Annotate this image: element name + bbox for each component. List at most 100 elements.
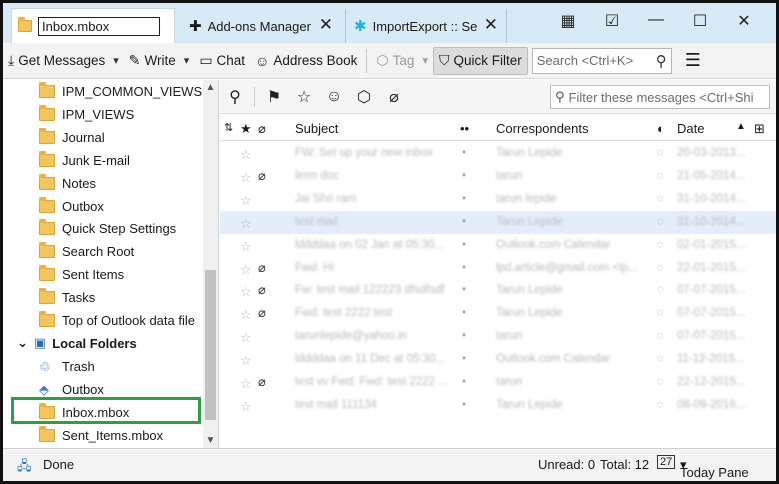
message-row[interactable]: ☆ ⌀ lerm doc • tarun ◌ 21-05-2014...	[220, 165, 776, 188]
message-row[interactable]: ☆ test mail • Tarun Lepide ◌ 31-10-2014...	[220, 210, 776, 234]
search-input[interactable]: Search <Ctrl+K> ⚲	[531, 47, 672, 74]
tag-button[interactable]: ⬡ Tag ▾	[371, 47, 433, 75]
tab-importexport[interactable]: ✱ ImportExport :: Se ✕	[345, 9, 507, 43]
star-icon[interactable]: ☆	[240, 284, 252, 300]
chat-button[interactable]: ▭ Chat	[194, 47, 250, 75]
message-correspondent: Tarun Lepide	[496, 284, 563, 297]
message-subject: test mail 111134	[295, 398, 377, 411]
folder-item[interactable]: IPM_COMMON_VIEWS	[3, 80, 203, 103]
read-status-icon: •	[462, 398, 467, 411]
today-pane-toggle[interactable]: Today Pane ▾	[680, 457, 749, 480]
message-row[interactable]: ☆ lddddaa on 11 Dec at 05:30... • Outlook.c…	[220, 348, 776, 371]
puzzle-icon: ✚	[189, 18, 202, 35]
menu-button[interactable]: ☰	[680, 47, 706, 75]
write-label: Write	[144, 53, 176, 68]
read-status-icon: •	[462, 376, 467, 388]
message-row[interactable]: ☆ FW: Set up your new inbox • Tarun Lepide ◌…	[220, 142, 776, 165]
tab-inbox[interactable]: Inbox.mbox	[11, 8, 175, 43]
star-icon[interactable]: ☆	[240, 399, 252, 415]
pin-icon[interactable]: ⚲	[220, 87, 250, 107]
folder-item[interactable]: Tasks	[3, 286, 203, 309]
star-icon[interactable]: ☆	[240, 239, 252, 255]
star-icon[interactable]: ☆	[240, 353, 252, 369]
scroll-down-icon[interactable]: ▼	[203, 435, 218, 446]
star-icon[interactable]: ☆	[240, 307, 252, 323]
minimize-button[interactable]: —	[634, 11, 678, 31]
folder-item[interactable]: Junk E-mail	[3, 149, 203, 172]
starred-filter-icon[interactable]: ☆	[289, 87, 319, 107]
message-row[interactable]: ☆ ⌀ Fwd: test 2222 test • Tarun Lepide ◌ 07-07…	[220, 302, 776, 325]
chevron-down-icon[interactable]: ▾	[113, 54, 119, 67]
message-subject: Fw: test mail 122223 dfsdfsdf	[295, 284, 445, 297]
local-folders-header[interactable]: ⌄ ▣ Local Folders	[3, 332, 203, 355]
filter-messages-input[interactable]: ⚲ Filter these messages <Ctrl+Shi	[550, 85, 770, 109]
message-date: 31-10-2014...	[677, 192, 746, 205]
local-folder-item[interactable]: ♲ Trash	[3, 355, 203, 378]
unread-filter-icon[interactable]: ⚑	[259, 87, 289, 107]
folder-item[interactable]: Outbox	[3, 195, 203, 218]
chevron-down-icon[interactable]: ▾	[184, 54, 190, 67]
folder-icon	[39, 425, 55, 442]
folder-label: Trash	[62, 358, 95, 374]
folder-item[interactable]: Search Root	[3, 240, 203, 263]
thread-column-icon[interactable]: ⇅	[224, 121, 233, 134]
star-column-icon[interactable]: ★	[240, 121, 252, 137]
tab-addons-manager[interactable]: ✚ Add-ons Manager ✕	[179, 9, 341, 43]
folder-icon	[39, 219, 55, 236]
quick-filter-button[interactable]: ⛉ Quick Filter	[432, 46, 528, 75]
star-icon[interactable]: ☆	[240, 147, 252, 163]
tasks-icon[interactable]: ☑	[590, 11, 634, 31]
star-icon[interactable]: ☆	[240, 193, 252, 209]
close-icon[interactable]: ✕	[484, 15, 498, 35]
column-picker-icon[interactable]: ⊞	[754, 121, 765, 137]
local-folder-item[interactable]: Sent_Items.mbox	[3, 424, 203, 447]
address-book-button[interactable]: ☺ Address Book	[250, 47, 362, 75]
read-column-icon[interactable]: ••	[460, 121, 469, 136]
search-icon: ⚲	[555, 89, 565, 104]
message-row[interactable]: ☆ test mail 111134 • Tarun Lepide ◌ 08-09-201…	[220, 394, 776, 417]
star-icon[interactable]: ☆	[240, 216, 252, 232]
chevron-down-icon[interactable]: ▾	[422, 54, 428, 67]
subject-column[interactable]: Subject	[295, 121, 338, 136]
message-row[interactable]: ☆ ⌀ Fw: test mail 122223 dfsdfsdf • Tarun Le…	[220, 279, 776, 302]
folder-item[interactable]: Sent Items	[3, 263, 203, 286]
message-date: 21-05-2014...	[677, 169, 746, 182]
attachment-icon: ⌀	[258, 374, 266, 389]
maximize-button[interactable]: ☐	[678, 11, 722, 31]
attachment-filter-icon[interactable]: ⌀	[379, 87, 409, 107]
tag-filter-icon[interactable]: ⬡	[349, 87, 379, 107]
close-button[interactable]: ✕	[722, 11, 766, 31]
chevron-down-icon[interactable]: ⌄	[17, 335, 28, 351]
message-row[interactable]: ☆ Jai Shri ram • tarun lepide ◌ 31-10-2014...	[220, 188, 776, 211]
junk-status-icon: ◌	[657, 353, 664, 366]
get-messages-button[interactable]: ⤓ Get Messages ▾	[3, 47, 124, 75]
folder-item[interactable]: Journal	[3, 126, 203, 149]
calendar-icon[interactable]: ▦	[546, 11, 590, 31]
message-row[interactable]: ☆ lddddaa on 02 Jan at 05:30... • Outlook.c…	[220, 234, 776, 257]
star-icon[interactable]: ☆	[240, 262, 252, 278]
scroll-up-icon[interactable]: ▲	[203, 80, 218, 93]
message-row[interactable]: ☆ ⌀ test vv Fwd: Fwd: test 2222 ... • tarun ◌…	[220, 371, 776, 394]
folder-item[interactable]: Notes	[3, 172, 203, 195]
close-icon[interactable]: ✕	[319, 15, 333, 35]
folder-item[interactable]: IPM_VIEWS	[3, 103, 203, 126]
folder-item[interactable]: Quick Step Settings	[3, 217, 203, 240]
star-icon[interactable]: ☆	[240, 376, 252, 392]
folder-item[interactable]: Top of Outlook data file	[3, 309, 203, 332]
star-icon[interactable]: ☆	[240, 330, 252, 346]
sort-up-icon[interactable]: ▲	[736, 121, 746, 132]
junk-column-icon[interactable]: ◐	[657, 121, 665, 136]
correspondents-column[interactable]: Correspondents	[496, 121, 589, 136]
scroll-thumb[interactable]	[205, 270, 216, 420]
read-status-icon: •	[462, 238, 467, 251]
message-row[interactable]: ☆ tarunlepide@yahoo.in • tarun ◌ 07-07-2015..…	[220, 325, 776, 348]
folder-scrollbar[interactable]: ▲ ▼	[203, 80, 218, 448]
write-button[interactable]: ✎ Write ▾	[124, 47, 195, 75]
message-row[interactable]: ☆ ⌀ Fwd: Hi • lpd.article@gmail.com <lp... ◌ 2…	[220, 257, 776, 280]
contact-filter-icon[interactable]: ☺	[319, 88, 349, 106]
date-column[interactable]: Date	[677, 121, 704, 136]
search-icon[interactable]: ⚲	[656, 52, 667, 70]
message-correspondent: Outlook.com Calendar	[496, 353, 611, 366]
attachment-column-icon[interactable]: ⌀	[258, 121, 266, 137]
star-icon[interactable]: ☆	[240, 170, 252, 186]
